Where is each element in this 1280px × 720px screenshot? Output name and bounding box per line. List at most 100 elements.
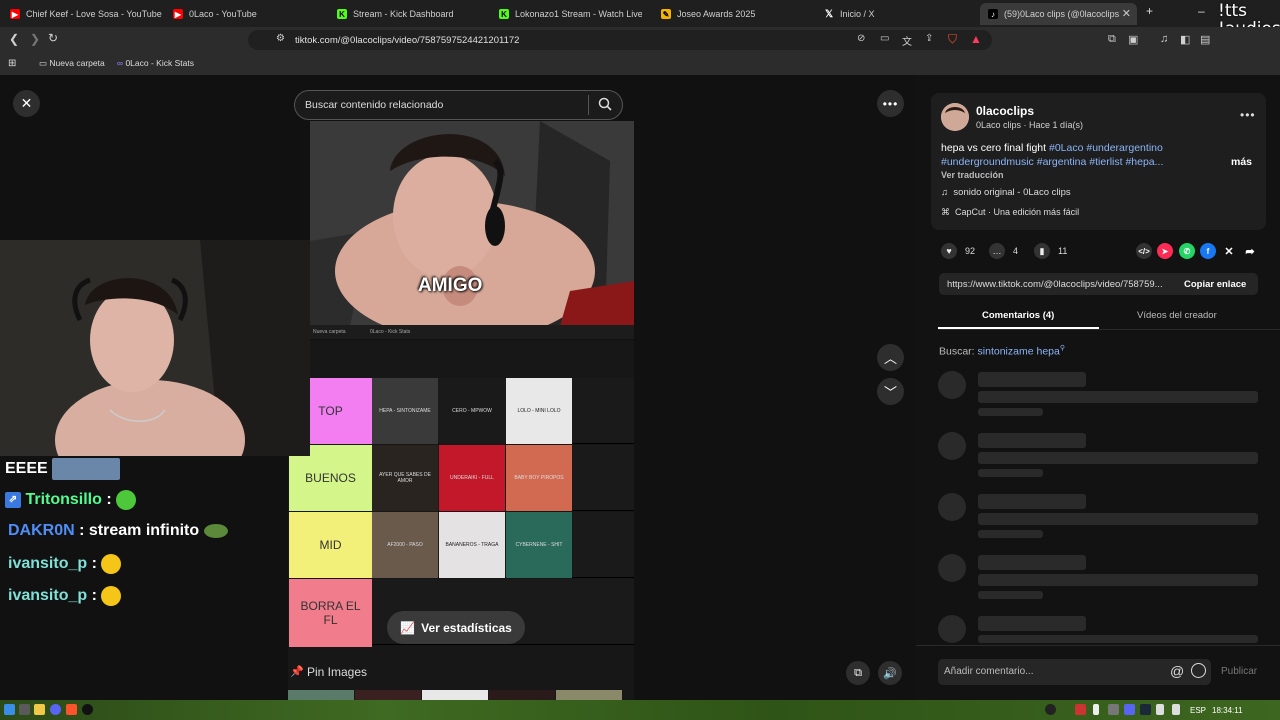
next-video-button[interactable]: ﹀: [877, 378, 904, 405]
tab-title: Chief Keef - Love Sosa - YouTube: [26, 9, 162, 19]
translate-icon[interactable]: 文: [902, 33, 912, 48]
volume-tray-icon[interactable]: [1172, 704, 1180, 715]
x-share-icon[interactable]: ✕: [1221, 243, 1237, 259]
input-language[interactable]: ESP: [1190, 706, 1206, 715]
minimize-button[interactable]: –: [1198, 4, 1205, 18]
like-button[interactable]: ♥ 92: [941, 243, 975, 259]
avatar[interactable]: [941, 103, 969, 131]
search-icon[interactable]: [598, 97, 612, 111]
grin-emoji-icon: [101, 554, 122, 574]
extensions-icon[interactable]: ⧉: [1108, 33, 1116, 46]
pin-image-thumb[interactable]: [288, 690, 354, 700]
username[interactable]: 0lacoclips: [976, 104, 1034, 118]
file-explorer-icon[interactable]: [34, 704, 45, 715]
publish-button[interactable]: Publicar: [1221, 666, 1257, 677]
tier-item-image[interactable]: CYBERNENE - SHIT: [506, 512, 572, 578]
reload-icon[interactable]: ↻: [48, 31, 58, 45]
share-arrow-icon[interactable]: ➦: [1242, 243, 1258, 259]
search-term-link[interactable]: sintonizame hepa: [978, 346, 1060, 358]
pin-image-thumb[interactable]: [489, 690, 555, 700]
tier-item-image[interactable]: UNDERAIKI - FULL: [439, 445, 505, 511]
eye-off-icon[interactable]: ⊘: [857, 33, 865, 44]
tab-joseo-awards[interactable]: ✎ Joseo Awards 2025: [661, 3, 811, 25]
tier-item-image[interactable]: AF2000 - PASO: [372, 512, 438, 578]
tray-discord-icon[interactable]: [1124, 704, 1135, 715]
facebook-icon[interactable]: f: [1200, 243, 1216, 259]
tier-item-image[interactable]: BANANEROS - TRAGA: [439, 512, 505, 578]
rewards-icon[interactable]: ▲: [970, 32, 982, 46]
close-tab-icon[interactable]: ✕: [1122, 7, 1131, 20]
post-more-options-icon[interactable]: •••: [1240, 108, 1256, 122]
obs-icon[interactable]: [82, 704, 93, 715]
copy-link-button[interactable]: Copiar enlace: [1184, 279, 1246, 290]
tier-item-image[interactable]: BABY BOY PIROPOS: [506, 445, 572, 511]
capcut-link[interactable]: ⌘ CapCut · Una edición más fácil: [941, 207, 1079, 218]
view-stats-button[interactable]: 📈 Ver estadísticas: [387, 611, 525, 644]
tier-item-image[interactable]: LOLO - MINI LOLO: [506, 378, 572, 444]
close-video-button[interactable]: ✕: [13, 90, 40, 117]
search-taskbar-icon[interactable]: [19, 704, 30, 715]
hashtag-link[interactable]: #0Laco #underargentino: [1049, 142, 1163, 154]
bookmark-label: Nueva carpeta: [49, 58, 105, 68]
tab-title: 0Laco - YouTube: [189, 9, 257, 19]
comment-skeleton-line: [978, 591, 1043, 599]
tab-0laco-youtube[interactable]: ▶ 0Laco - YouTube: [173, 3, 328, 25]
wallet-icon[interactable]: ▤: [1200, 33, 1210, 46]
tab-tiktok-0laco-clips[interactable]: ♪ (59)0Laco clips (@0lacoclips) ✕: [980, 3, 1137, 25]
pin-image-thumb[interactable]: [355, 690, 421, 700]
tier-item-image[interactable]: HEPA - SINTONIZAME: [372, 378, 438, 444]
send-icon[interactable]: ➤: [1157, 243, 1173, 259]
cast-icon[interactable]: ▭: [880, 33, 889, 44]
site-info-icon[interactable]: ⚙: [276, 33, 285, 44]
sidebar-icon[interactable]: ▣: [1128, 33, 1138, 46]
tray-app-icon[interactable]: [1045, 704, 1056, 715]
pin-images-label: Pin Images: [307, 665, 368, 679]
whatsapp-icon[interactable]: ✆: [1179, 243, 1195, 259]
url-text[interactable]: tiktok.com/@0lacoclips/video/75875975244…: [295, 35, 519, 46]
back-icon[interactable]: ❮: [9, 32, 19, 46]
sound-link[interactable]: ♫ sonido original - 0Laco clips: [941, 187, 1071, 198]
forward-icon[interactable]: ❯: [30, 32, 40, 46]
volume-button[interactable]: 🔊: [878, 661, 902, 685]
tray-steam-icon[interactable]: [1140, 704, 1151, 715]
tray-app-icon[interactable]: [1075, 704, 1086, 715]
pin-image-thumb[interactable]: [556, 690, 622, 700]
windows-start-icon[interactable]: [4, 704, 15, 715]
translate-link[interactable]: Ver traducción: [941, 170, 1004, 180]
tab-youtube-love-sosa[interactable]: ▶ Chief Keef - Love Sosa - YouTube: [10, 3, 170, 25]
embed-icon[interactable]: </>: [1136, 243, 1152, 259]
avatar-image: [941, 103, 969, 131]
tab-kick-dashboard[interactable]: K Stream - Kick Dashboard: [337, 3, 492, 25]
tab-lokonazo-stream[interactable]: K Lokonazo1 Stream - Watch Live on K: [499, 3, 642, 25]
clock[interactable]: 18:34:11: [1212, 706, 1243, 715]
discord-icon[interactable]: [50, 704, 61, 715]
pip-button[interactable]: ⧉: [846, 661, 870, 685]
show-more-link[interactable]: más: [1231, 156, 1252, 168]
new-tab-button[interactable]: +: [1146, 4, 1153, 18]
comment-button[interactable]: … 4: [989, 243, 1018, 259]
apps-grid-icon[interactable]: ⊞: [8, 58, 16, 69]
media-icon[interactable]: ♫: [1160, 33, 1168, 45]
tier-item-image[interactable]: CERO - MPWOW: [439, 378, 505, 444]
emoji-icon[interactable]: [1191, 663, 1206, 678]
tab-creator-videos[interactable]: Vídeos del creador: [1137, 310, 1217, 321]
mention-icon[interactable]: @: [1170, 663, 1184, 679]
tab-x-inicio[interactable]: 𝕏 Inicio / X: [824, 3, 974, 25]
brave-taskbar-icon[interactable]: [66, 704, 77, 715]
share-page-icon[interactable]: ⇪: [925, 33, 933, 44]
reader-icon[interactable]: ◧: [1180, 33, 1190, 46]
hashtag-link[interactable]: #undergroundmusic #argentina #tierlist #…: [941, 156, 1163, 168]
tray-app-icon[interactable]: [1108, 704, 1119, 715]
video-more-options-button[interactable]: •••: [877, 90, 904, 117]
pin-image-thumb[interactable]: [422, 690, 488, 700]
tab-comments[interactable]: Comentarios (4): [982, 310, 1054, 321]
previous-video-button[interactable]: ︿: [877, 344, 904, 371]
brave-shield-icon[interactable]: ⛉: [948, 32, 957, 47]
bookmark-kick-stats[interactable]: ∞ 0Laco - Kick Stats: [117, 58, 194, 68]
bookmark-nueva-carpeta[interactable]: ▭ Nueva carpeta: [39, 58, 105, 69]
save-button[interactable]: ▮ 11: [1034, 243, 1067, 259]
network-icon[interactable]: [1156, 704, 1164, 715]
comment-search-suggestion[interactable]: Buscar: sintonizame hepa⚲: [939, 344, 1065, 358]
tier-item-image[interactable]: AYER QUE SABES DE AMOR: [372, 445, 438, 511]
tray-mic-icon[interactable]: [1093, 704, 1099, 715]
